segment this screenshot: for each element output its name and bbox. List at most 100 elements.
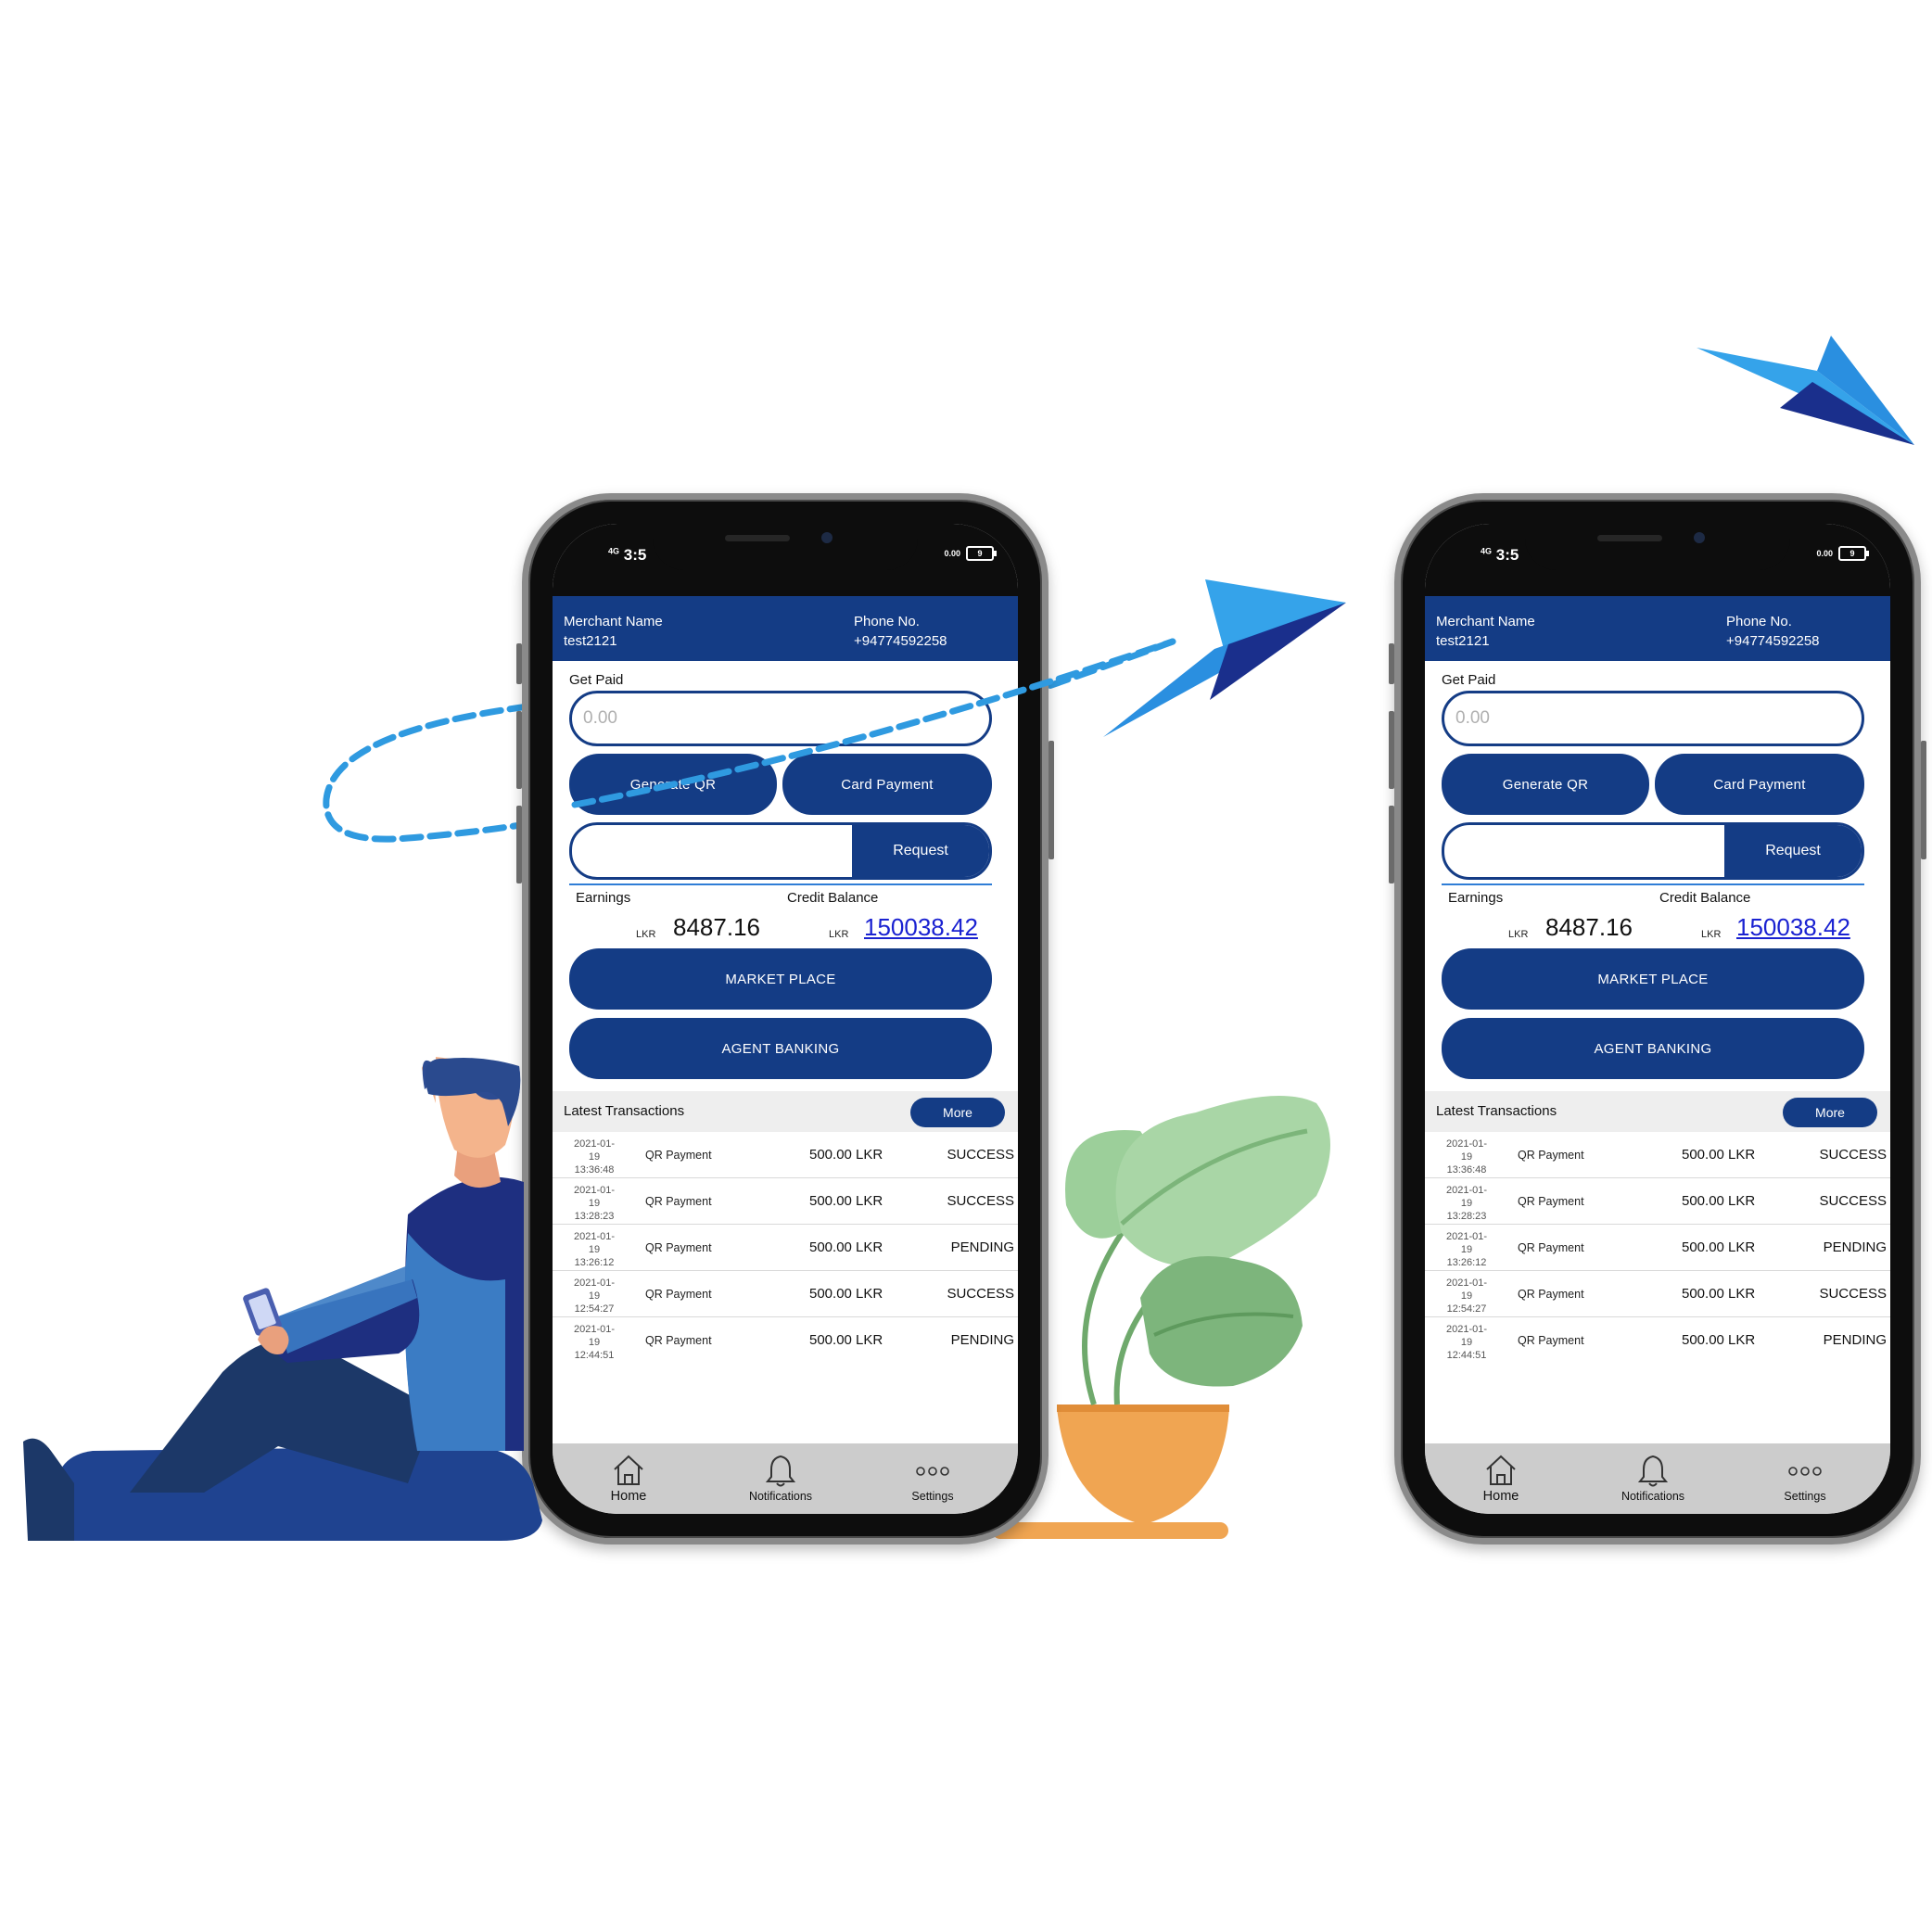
earnings-value: 8487.16 — [1545, 913, 1633, 941]
tx-time: 12:54:27 — [1446, 1303, 1487, 1315]
generate-qr-button[interactable]: Generate QR — [569, 754, 777, 815]
tx-amount: 500.00 LKR — [1682, 1239, 1756, 1255]
data-speed: 0.00 — [1816, 549, 1833, 558]
tx-date: 2021-01-19 — [573, 1277, 616, 1302]
tx-amount: 500.00 LKR — [1682, 1286, 1756, 1302]
tx-type: QR Payment — [645, 1288, 712, 1301]
bell-icon — [1637, 1455, 1669, 1487]
transactions-header: Latest Transactions More — [553, 1091, 1018, 1132]
tx-status: SUCCESS — [1819, 1147, 1887, 1163]
phone-no-label: Phone No. — [854, 614, 920, 629]
tab-notifications-label: Notifications — [748, 1490, 813, 1503]
more-button[interactable]: More — [1783, 1098, 1877, 1127]
phone-screen: 4G 3:5 0.00 9 Merchant Name test2121 Pho… — [1425, 524, 1890, 1514]
tx-type: QR Payment — [645, 1149, 712, 1162]
table-row[interactable]: 2021-01-19 13:26:12 QR Payment 500.00 LKR… — [553, 1225, 1018, 1271]
tx-date: 2021-01-19 — [1445, 1185, 1488, 1209]
tx-status: SUCCESS — [1819, 1193, 1887, 1209]
tab-settings[interactable]: Settings — [1740, 1451, 1870, 1505]
table-row[interactable]: 2021-01-19 12:54:27 QR Payment 500.00 LKR… — [553, 1271, 1018, 1317]
tx-time: 12:54:27 — [574, 1303, 615, 1315]
phone-no-value: +94774592258 — [854, 633, 947, 649]
phone-screen: 4G 3:5 0.00 9 Merchant Name test2121 Pho… — [553, 524, 1018, 1514]
phone-frame-right: 4G 3:5 0.00 9 Merchant Name test2121 Pho… — [1389, 493, 1926, 1544]
transactions-title: Latest Transactions — [1436, 1103, 1557, 1119]
credit-currency: LKR — [829, 929, 849, 940]
card-payment-button[interactable]: Card Payment — [1655, 754, 1864, 815]
amount-input[interactable]: 0.00 — [569, 691, 992, 746]
card-payment-button[interactable]: Card Payment — [782, 754, 992, 815]
tx-date: 2021-01-19 — [573, 1324, 616, 1348]
earnings-currency: LKR — [636, 929, 656, 940]
paper-plane-icon — [1103, 579, 1346, 737]
front-camera — [821, 532, 833, 543]
table-row[interactable]: 2021-01-19 12:44:51 QR Payment 500.00 LKR… — [1425, 1317, 1890, 1363]
more-button[interactable]: More — [910, 1098, 1005, 1127]
tx-type: QR Payment — [1518, 1195, 1584, 1208]
tab-notifications[interactable]: Notifications — [1588, 1451, 1718, 1505]
tx-status: SUCCESS — [1819, 1286, 1887, 1302]
tx-type: QR Payment — [1518, 1149, 1584, 1162]
request-button[interactable]: Request — [852, 825, 989, 877]
tx-status: PENDING — [1823, 1239, 1887, 1255]
divider — [569, 883, 992, 885]
tab-home-label: Home — [610, 1489, 647, 1504]
tx-type: QR Payment — [645, 1241, 712, 1254]
request-field: Request — [569, 822, 992, 880]
tx-status: PENDING — [950, 1239, 1014, 1255]
credit-balance-link[interactable]: 150038.42 — [864, 913, 978, 942]
tab-home[interactable]: Home — [1436, 1451, 1566, 1505]
market-place-button[interactable]: MARKET PLACE — [1442, 948, 1864, 1010]
more-dots-icon — [916, 1467, 949, 1476]
volume-down-button — [1389, 806, 1394, 883]
get-paid-label: Get Paid — [569, 672, 624, 688]
table-row[interactable]: 2021-01-19 13:36:48 QR Payment 500.00 LKR… — [553, 1132, 1018, 1178]
tx-date: 2021-01-19 — [573, 1138, 616, 1163]
table-row[interactable]: 2021-01-19 13:28:23 QR Payment 500.00 LKR… — [1425, 1178, 1890, 1225]
tx-amount: 500.00 LKR — [809, 1286, 883, 1302]
request-button[interactable]: Request — [1724, 825, 1862, 877]
volume-down-button — [516, 806, 522, 883]
tx-amount: 500.00 LKR — [809, 1147, 883, 1163]
tx-amount: 500.00 LKR — [809, 1193, 883, 1209]
tab-settings[interactable]: Settings — [868, 1451, 998, 1505]
tx-date: 2021-01-19 — [573, 1185, 616, 1209]
power-button — [1921, 741, 1926, 859]
market-place-button[interactable]: MARKET PLACE — [569, 948, 992, 1010]
status-time: 3:5 — [1495, 546, 1519, 564]
tab-settings-label: Settings — [911, 1490, 954, 1503]
home-icon — [614, 1455, 643, 1485]
amount-input[interactable]: 0.00 — [1442, 691, 1864, 746]
mute-switch — [1389, 643, 1394, 684]
generate-qr-button[interactable]: Generate QR — [1442, 754, 1649, 815]
table-row[interactable]: 2021-01-19 12:44:51 QR Payment 500.00 LKR… — [553, 1317, 1018, 1363]
bottom-tab-bar: Home Notifications Settings — [1425, 1443, 1890, 1514]
table-row[interactable]: 2021-01-19 13:28:23 QR Payment 500.00 LKR… — [553, 1178, 1018, 1225]
table-row[interactable]: 2021-01-19 12:54:27 QR Payment 500.00 LKR… — [1425, 1271, 1890, 1317]
tx-time: 12:44:51 — [1446, 1350, 1487, 1361]
speaker-grille — [725, 535, 790, 541]
tx-time: 13:36:48 — [574, 1164, 615, 1176]
credit-currency: LKR — [1701, 929, 1722, 940]
tab-notifications[interactable]: Notifications — [716, 1451, 845, 1505]
tx-status: PENDING — [1823, 1332, 1887, 1348]
network-indicator: 4G — [608, 546, 620, 556]
tab-home[interactable]: Home — [564, 1451, 693, 1505]
merchant-header: Merchant Name test2121 Phone No. +947745… — [1425, 596, 1890, 661]
get-paid-label: Get Paid — [1442, 672, 1496, 688]
bottom-tab-bar: Home Notifications Settings — [553, 1443, 1018, 1514]
request-input[interactable] — [572, 825, 852, 877]
request-input[interactable] — [1444, 825, 1724, 877]
credit-balance-link[interactable]: 150038.42 — [1736, 913, 1850, 942]
table-row[interactable]: 2021-01-19 13:26:12 QR Payment 500.00 LKR… — [1425, 1225, 1890, 1271]
agent-banking-button[interactable]: AGENT BANKING — [1442, 1018, 1864, 1079]
notch — [1525, 524, 1790, 570]
agent-banking-button[interactable]: AGENT BANKING — [569, 1018, 992, 1079]
table-row[interactable]: 2021-01-19 13:36:48 QR Payment 500.00 LKR… — [1425, 1132, 1890, 1178]
tx-amount: 500.00 LKR — [809, 1239, 883, 1255]
tx-date: 2021-01-19 — [1445, 1277, 1488, 1302]
tx-amount: 500.00 LKR — [809, 1332, 883, 1348]
mute-switch — [516, 643, 522, 684]
tx-type: QR Payment — [645, 1334, 712, 1347]
bell-icon — [765, 1455, 796, 1487]
